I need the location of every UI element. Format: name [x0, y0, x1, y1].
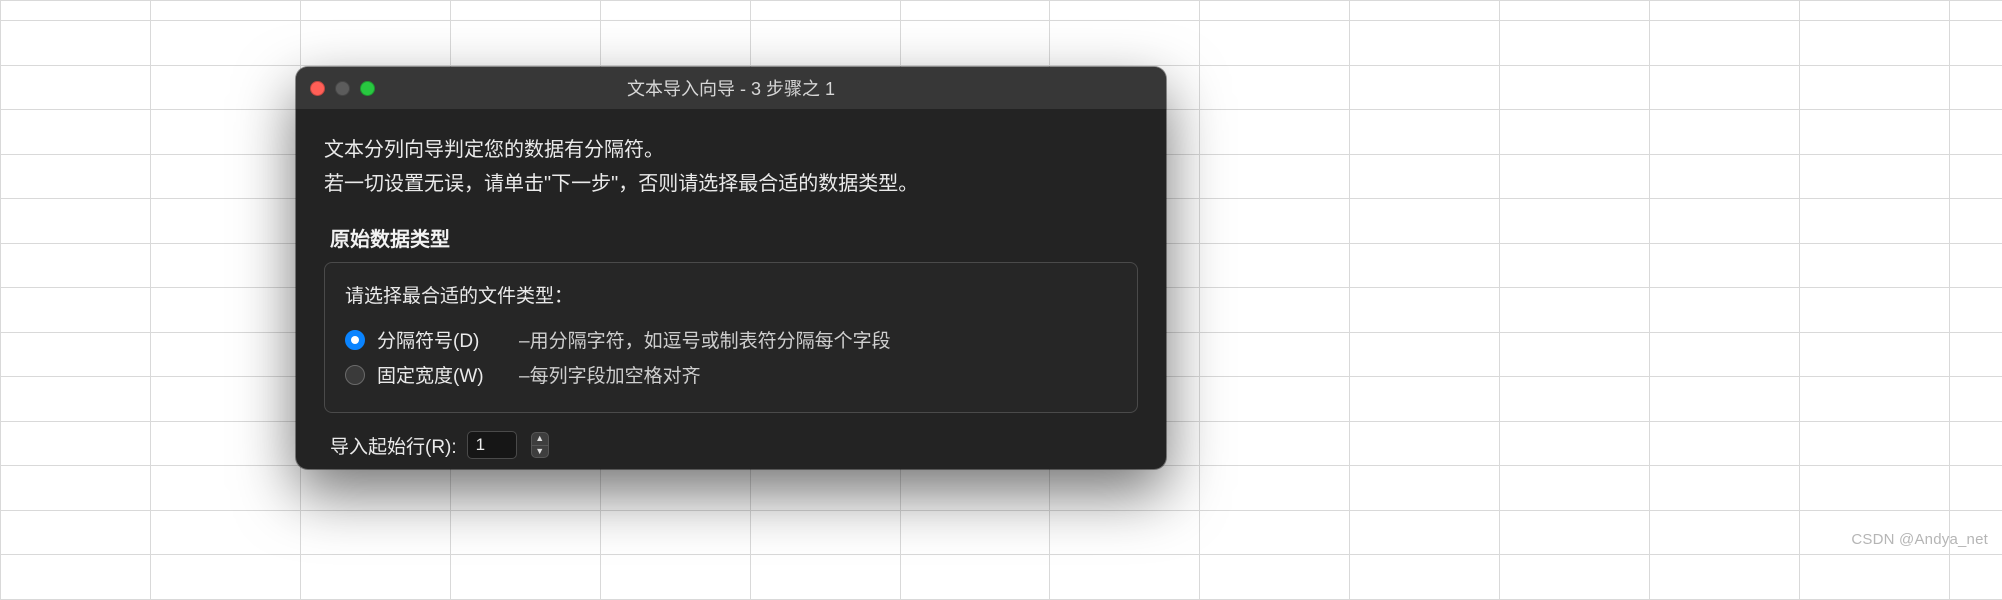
- radio-icon[interactable]: [345, 330, 365, 350]
- text-import-wizard-dialog: 文本导入向导 - 3 步骤之 1 文本分列向导判定您的数据有分隔符。 若一切设置…: [296, 67, 1166, 469]
- titlebar[interactable]: 文本导入向导 - 3 步骤之 1: [296, 67, 1166, 109]
- window-title: 文本导入向导 - 3 步骤之 1: [296, 75, 1166, 101]
- radio-delimited[interactable]: 分隔符号(D) –用分隔字符，如逗号或制表符分隔每个字段: [345, 322, 1117, 357]
- intro-text: 文本分列向导判定您的数据有分隔符。 若一切设置无误，请单击"下一步"，否则请选择…: [324, 133, 1138, 201]
- radio-icon[interactable]: [345, 365, 365, 385]
- radio-fixed-width[interactable]: 固定宽度(W) –每列字段加空格对齐: [345, 357, 1117, 392]
- start-row-stepper[interactable]: ▲ ▼: [531, 432, 549, 458]
- intro-line-1: 文本分列向导判定您的数据有分隔符。: [324, 133, 1138, 167]
- radio-description: –用分隔字符，如逗号或制表符分隔每个字段: [519, 326, 891, 353]
- minimize-icon[interactable]: [335, 81, 350, 96]
- watermark: CSDN @Andya_net: [1851, 531, 1988, 548]
- file-type-prompt: 请选择最合适的文件类型：: [345, 281, 1117, 308]
- file-type-panel: 请选择最合适的文件类型： 分隔符号(D) –用分隔字符，如逗号或制表符分隔每个字…: [324, 262, 1138, 413]
- start-row-group: 导入起始行(R): ▲ ▼: [324, 431, 1138, 459]
- close-icon[interactable]: [310, 81, 325, 96]
- intro-line-2: 若一切设置无误，请单击"下一步"，否则请选择最合适的数据类型。: [324, 167, 1138, 201]
- start-row-field[interactable]: [467, 431, 517, 459]
- zoom-icon[interactable]: [360, 81, 375, 96]
- stepper-down-icon[interactable]: ▼: [532, 446, 548, 458]
- stepper-up-icon[interactable]: ▲: [532, 433, 548, 446]
- section-original-data-type-label: 原始数据类型: [324, 223, 1138, 252]
- radio-label: 固定宽度(W): [377, 361, 507, 388]
- radio-label: 分隔符号(D): [377, 326, 507, 353]
- start-row-input[interactable]: [468, 435, 516, 455]
- radio-description: –每列字段加空格对齐: [519, 361, 701, 388]
- window-controls: [310, 81, 375, 96]
- start-row-label: 导入起始行(R):: [330, 432, 457, 459]
- dialog-body: 文本分列向导判定您的数据有分隔符。 若一切设置无误，请单击"下一步"，否则请选择…: [296, 109, 1166, 469]
